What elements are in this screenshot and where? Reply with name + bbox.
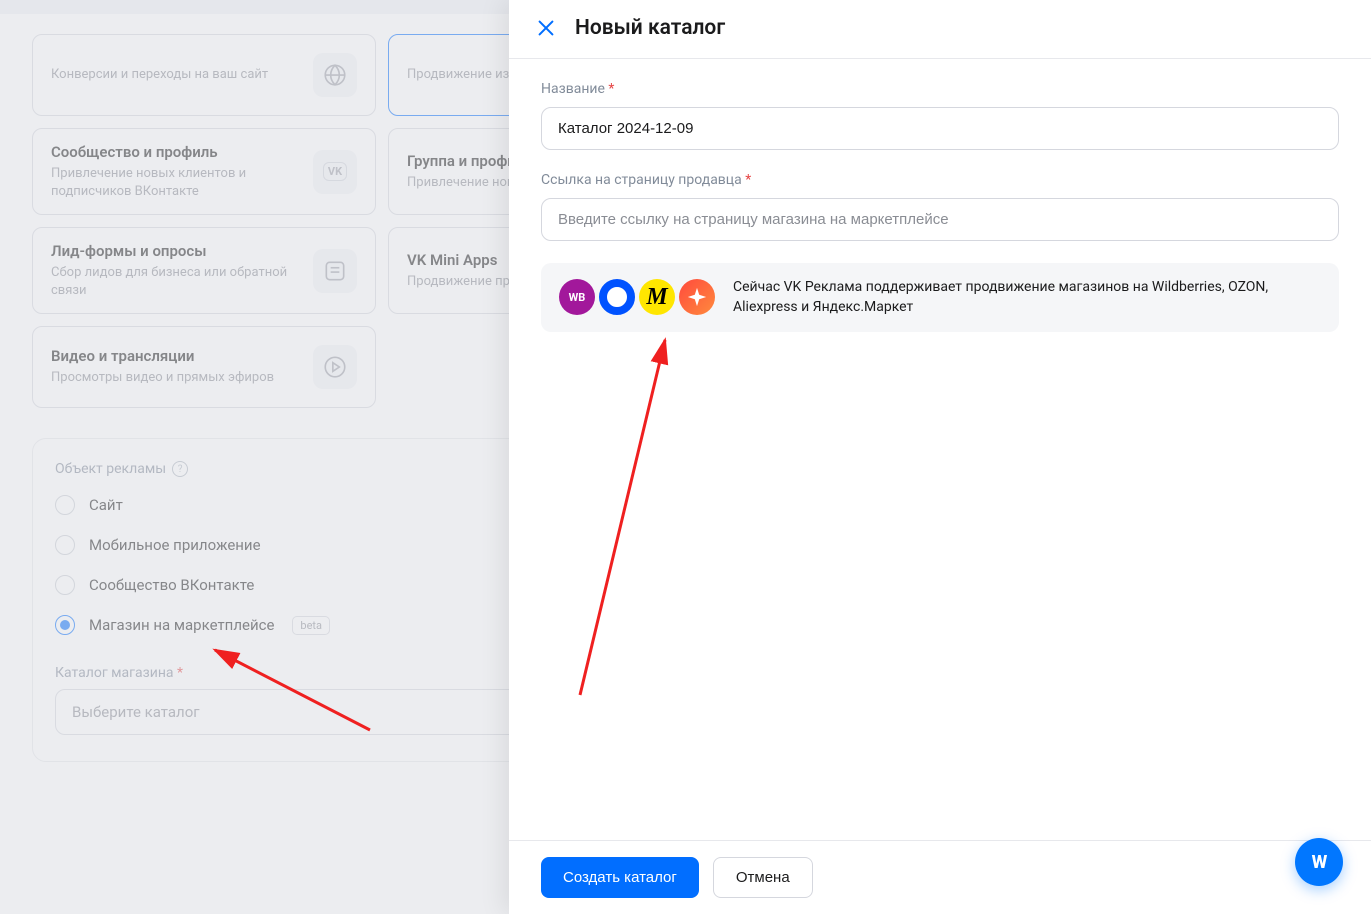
- name-input[interactable]: [541, 107, 1339, 150]
- side-panel: Новый каталог Название * Ссылка на стран…: [509, 0, 1371, 914]
- close-icon[interactable]: [535, 17, 557, 39]
- aliexpress-icon: M: [639, 279, 675, 315]
- marketplace-info: WB M Сейчас VK Реклама поддерживает прод…: [541, 263, 1339, 332]
- cancel-button[interactable]: Отмена: [713, 857, 813, 898]
- panel-title: Новый каталог: [575, 16, 725, 40]
- name-label: Название *: [541, 81, 1339, 97]
- create-button[interactable]: Создать каталог: [541, 857, 699, 898]
- link-input[interactable]: [541, 198, 1339, 241]
- info-text: Сейчас VK Реклама поддерживает продвижен…: [733, 277, 1321, 318]
- ozon-icon: [599, 279, 635, 315]
- vk-fab[interactable]: W: [1295, 838, 1343, 886]
- vk-logo-icon: W: [1312, 852, 1327, 873]
- wildberries-icon: WB: [559, 279, 595, 315]
- link-label: Ссылка на страницу продавца *: [541, 172, 1339, 188]
- yandex-market-icon: [679, 279, 715, 315]
